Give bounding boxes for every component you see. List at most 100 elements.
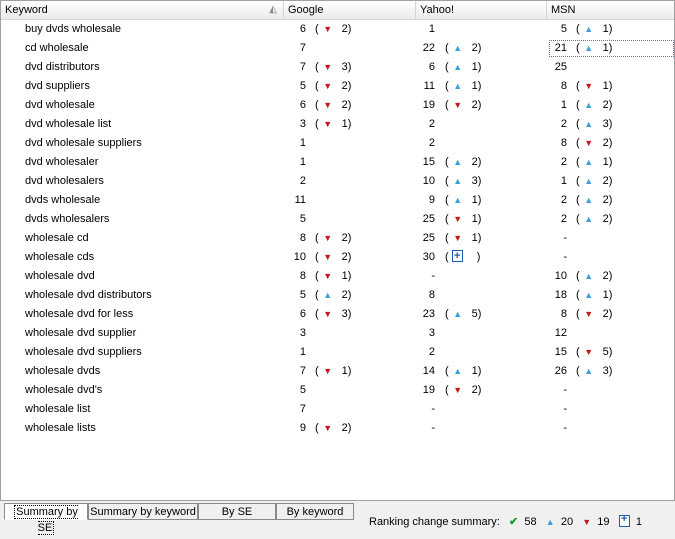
table-row[interactable]: wholesale dvd supplier 3 3 12 <box>1 324 674 343</box>
table-row[interactable]: wholesale lists 9( ▼ 2) - - <box>1 419 674 438</box>
tab-summary-by-keyword[interactable]: Summary by keyword <box>88 503 198 520</box>
msn-change-cell: ( ▲ 2) <box>576 267 612 286</box>
msn-rank-cell: 2 <box>560 213 567 225</box>
keyword-ranking-grid[interactable]: Keyword ◭ Google Yahoo! MSN buy dvds who… <box>0 0 675 501</box>
yahoo-rank-cell: 2 <box>428 118 435 130</box>
summary-new-count: 1 <box>635 516 642 528</box>
google-rank-cell: 6 <box>299 308 306 320</box>
table-row[interactable]: wholesale cds10( ▼2)30( )- <box>1 247 674 267</box>
triangle-up-icon: ▲ <box>584 119 594 129</box>
triangle-up-icon: ▲ <box>453 195 463 205</box>
triangle-down-icon: ▼ <box>323 119 333 129</box>
tab-summary-by-se[interactable]: Summary by SE <box>4 503 88 535</box>
yahoo-rank-cell: 1 <box>428 23 435 35</box>
triangle-up-icon: ▲ <box>584 100 594 110</box>
google-change-cell: ( ▼ 2) <box>315 229 351 248</box>
yahoo-rank-cell: 9 <box>428 194 435 206</box>
table-row[interactable]: wholesale dvd suppliers 1 2 15( ▼ 5) <box>1 343 674 362</box>
table-row[interactable]: cd wholesale 7 22( ▲ 2) 21( ▲ 1) <box>1 39 674 58</box>
triangle-up-icon: ▲ <box>584 290 594 300</box>
triangle-up-icon: ▲ <box>453 176 463 186</box>
msn-rank-cell: 12 <box>554 327 567 339</box>
table-row[interactable]: dvd wholesale list 3( ▼ 1) 2 2( ▲ 3) <box>1 115 674 134</box>
google-rank-cell: 10 <box>293 251 306 263</box>
table-row[interactable]: wholesale dvd's 5 19( ▼ 2) - <box>1 381 674 400</box>
msn-change-delta: 5 <box>602 346 609 358</box>
google-rank-cell: 1 <box>299 156 306 168</box>
msn-change-cell: ( ▼ 2) <box>576 134 612 153</box>
triangle-down-icon: ▼ <box>323 252 333 262</box>
yahoo-change-cell: ( ▼ 1) <box>445 229 481 248</box>
column-header-msn[interactable]: MSN <box>547 1 674 19</box>
yahoo-rank-cell: 25 <box>422 213 435 225</box>
column-header-keyword[interactable]: Keyword ◭ <box>1 1 284 19</box>
yahoo-rank-cell: 25 <box>422 232 435 244</box>
keyword-cell: dvd wholesaler <box>25 156 99 168</box>
triangle-up-icon: ▲ <box>453 309 463 319</box>
new-entry-icon <box>618 512 630 528</box>
msn-change-delta: 2 <box>602 194 609 206</box>
table-row[interactable]: wholesale cd 8( ▼ 2) 25( ▼ 1) - <box>1 229 674 248</box>
table-row[interactable]: buy dvds wholesale 6( ▼ 2) 1 5( ▲ 1) <box>1 20 674 39</box>
triangle-down-icon: ▼ <box>323 81 333 91</box>
triangle-up-icon: ▲ <box>584 366 594 376</box>
tab-by-keyword[interactable]: By keyword <box>276 503 354 520</box>
column-header-google[interactable]: Google <box>284 1 416 19</box>
yahoo-rank-cell: 15 <box>422 156 435 168</box>
yahoo-rank-cell: 2 <box>428 346 435 358</box>
table-row[interactable]: dvd suppliers 5( ▼ 2) 11( ▲ 1) 8( ▼ 1) <box>1 77 674 96</box>
yahoo-rank-cell: 6 <box>428 61 435 73</box>
yahoo-change-cell: ( ▲ 2) <box>445 39 481 58</box>
triangle-up-icon: ▲ <box>584 195 594 205</box>
yahoo-rank-cell: 23 <box>422 308 435 320</box>
google-change-cell: ( ▲ 2) <box>315 286 351 305</box>
keyword-cell: wholesale dvd supplier <box>25 327 137 339</box>
table-row[interactable]: dvd wholesale suppliers 1 2 8( ▼ 2) <box>1 134 674 153</box>
msn-rank-cell: 8 <box>560 308 567 320</box>
triangle-down-icon: ▼ <box>453 100 463 110</box>
keyword-cell: dvd wholesale suppliers <box>25 137 142 149</box>
triangle-up-icon: ▲ <box>453 81 463 91</box>
summary-down-count: 19 <box>597 516 610 528</box>
triangle-down-icon: ▼ <box>323 233 333 243</box>
google-rank-cell: 6 <box>299 99 306 111</box>
msn-change-cell: ( ▲ 1) <box>576 153 612 172</box>
yahoo-change-cell: ( ▼ 2) <box>445 96 481 115</box>
msn-rank-cell: 1 <box>560 99 567 111</box>
triangle-down-icon: ▼ <box>453 233 463 243</box>
column-header-yahoo[interactable]: Yahoo! <box>416 1 547 19</box>
table-row[interactable]: dvd wholesalers 2 10( ▲ 3) 1( ▲ 2) <box>1 172 674 191</box>
triangle-down-icon: ▼ <box>323 24 333 34</box>
table-row[interactable]: wholesale dvds 7( ▼ 1) 14( ▲ 1) 26( ▲ 3) <box>1 362 674 381</box>
keyword-cell: wholesale dvd's <box>25 384 103 396</box>
tab-by-se[interactable]: By SE <box>198 503 276 520</box>
google-change-delta: 2 <box>341 289 348 301</box>
msn-change-delta: 2 <box>602 137 609 149</box>
yahoo-rank-cell: 8 <box>428 289 435 301</box>
table-row[interactable]: dvd wholesale 6( ▼ 2) 19( ▼ 2) 1( ▲ 2) <box>1 96 674 115</box>
column-header-keyword-label: Keyword <box>5 4 48 16</box>
keyword-cell: wholesale lists <box>25 422 96 434</box>
yahoo-change-cell: ( ▼ 1) <box>445 210 481 229</box>
new-entry-icon <box>451 247 463 266</box>
yahoo-rank-cell: 22 <box>422 42 435 54</box>
msn-change-cell: ( ▲ 2) <box>576 210 612 229</box>
table-row[interactable]: wholesale dvd 8( ▼ 1) -10( ▲ 2) <box>1 267 674 286</box>
msn-change-cell: ( ▲ 2) <box>576 96 612 115</box>
summary-unchanged-count: 58 <box>524 516 537 528</box>
triangle-down-icon: ▼ <box>453 385 463 395</box>
google-rank-cell: 5 <box>299 384 306 396</box>
table-row[interactable]: dvd wholesaler 1 15( ▲ 2) 2( ▲ 1) <box>1 153 674 172</box>
table-row[interactable]: dvd distributors 7( ▼ 3) 6( ▲ 1) 25 <box>1 58 674 77</box>
table-row[interactable]: wholesale dvd for less 6( ▼ 3) 23( ▲ 5) 8( ▼ 2… <box>1 305 674 324</box>
table-row[interactable]: dvds wholesalers 5 25( ▼ 1) 2( ▲ 2) <box>1 210 674 229</box>
table-row[interactable]: wholesale list 7 - - <box>1 400 674 419</box>
table-row[interactable]: wholesale dvd distributors 5( ▲ 2) 8 18( ▲ 1) <box>1 286 674 305</box>
check-icon: ✔ <box>509 516 519 528</box>
yahoo-rank-cell: 2 <box>428 137 435 149</box>
keyword-cell: wholesale cds <box>25 251 95 263</box>
table-row[interactable]: dvds wholesale 11 9( ▲ 1) 2( ▲ 2) <box>1 191 674 210</box>
msn-change-delta: 1 <box>602 289 609 301</box>
msn-rank-cell: 2 <box>560 156 567 168</box>
column-header-google-label: Google <box>288 4 324 16</box>
